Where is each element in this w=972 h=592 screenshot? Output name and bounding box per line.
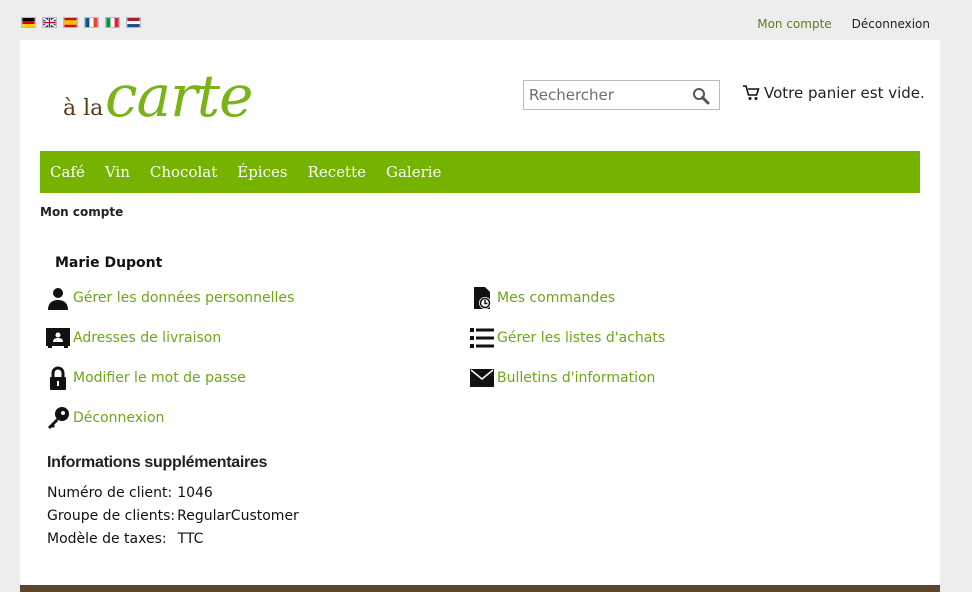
customer-group-label: Groupe de clients: [47, 507, 176, 524]
wishlists-label: Gérer les listes d'achats [497, 330, 666, 346]
nav-item-chocolat[interactable]: Chocolat [150, 163, 217, 181]
newsletters-link[interactable]: Bulletins d'information [470, 366, 655, 390]
tax-model-label: Modèle de taxes: [47, 530, 167, 547]
extra-info: Numéro de client: 1046 Groupe de clients… [47, 481, 299, 550]
main-nav: Café Vin Chocolat Épices Recette Galerie [40, 151, 920, 193]
newsletters-label: Bulletins d'information [497, 370, 656, 386]
de-flag-icon[interactable] [21, 17, 36, 28]
wishlists-link[interactable]: Gérer les listes d'achats [470, 326, 665, 350]
order-history-icon [474, 287, 491, 309]
logo-prefix: à la [63, 96, 104, 121]
logout-link[interactable]: Déconnexion [46, 406, 164, 430]
language-selector [21, 17, 141, 28]
customer-group-value: RegularCustomer [177, 507, 299, 524]
orders-link[interactable]: Mes commandes [470, 286, 615, 310]
it-flag-icon[interactable] [105, 17, 120, 28]
nav-item-galerie[interactable]: Galerie [386, 163, 441, 181]
top-logout-link[interactable]: Déconnexion [852, 17, 930, 31]
lock-icon [50, 366, 66, 390]
cart-label: Votre panier est vide. [764, 84, 925, 102]
tax-model-row: Modèle de taxes: TTC [47, 527, 299, 550]
customer-number-row: Numéro de client: 1046 [47, 481, 299, 504]
personal-data-label: Gérer les données personnelles [73, 290, 295, 306]
breadcrumb: Mon compte [40, 205, 124, 219]
orders-label: Mes commandes [497, 290, 616, 306]
customer-group-row: Groupe de clients: RegularCustomer [47, 504, 299, 527]
fr-flag-icon[interactable] [84, 17, 99, 28]
cart-icon [743, 85, 760, 100]
key-icon [48, 407, 69, 429]
logo-main: carte [105, 62, 253, 130]
nav-item-vin[interactable]: Vin [105, 163, 130, 181]
customer-number-value: 1046 [177, 484, 213, 501]
search-input[interactable] [524, 81, 684, 109]
es-flag-icon[interactable] [63, 17, 78, 28]
personal-data-link[interactable]: Gérer les données personnelles [46, 286, 294, 310]
search-icon[interactable] [692, 87, 710, 105]
addresses-link[interactable]: Adresses de livraison [46, 326, 221, 350]
customer-name: Marie Dupont [55, 255, 163, 271]
addresses-label: Adresses de livraison [73, 330, 222, 346]
extra-info-title: Informations supplémentaires [47, 454, 268, 471]
top-account-link[interactable]: Mon compte [757, 17, 831, 31]
nl-flag-icon[interactable] [126, 17, 141, 28]
list-icon [470, 328, 494, 348]
cart[interactable]: Votre panier est vide. [742, 84, 925, 102]
logout-label: Déconnexion [73, 410, 165, 426]
tax-model-value: TTC [177, 530, 204, 547]
customer-number-label: Numéro de client: [47, 484, 173, 501]
nav-item-recette[interactable]: Recette [308, 163, 366, 181]
top-links: Mon compte Déconnexion [757, 17, 930, 31]
logo[interactable]: à la carte [63, 62, 263, 130]
user-icon [48, 288, 68, 310]
change-password-link[interactable]: Modifier le mot de passe [46, 366, 246, 390]
nav-item-epices[interactable]: Épices [237, 163, 287, 181]
footer-bar [20, 585, 940, 592]
address-book-icon [46, 328, 70, 348]
change-password-label: Modifier le mot de passe [73, 370, 246, 386]
nav-item-cafe[interactable]: Café [50, 163, 85, 181]
envelope-icon [470, 369, 494, 387]
gb-flag-icon[interactable] [42, 17, 57, 28]
main-panel: à la carte Votre panier est vide. Café V… [20, 40, 940, 592]
search-box [523, 80, 720, 110]
